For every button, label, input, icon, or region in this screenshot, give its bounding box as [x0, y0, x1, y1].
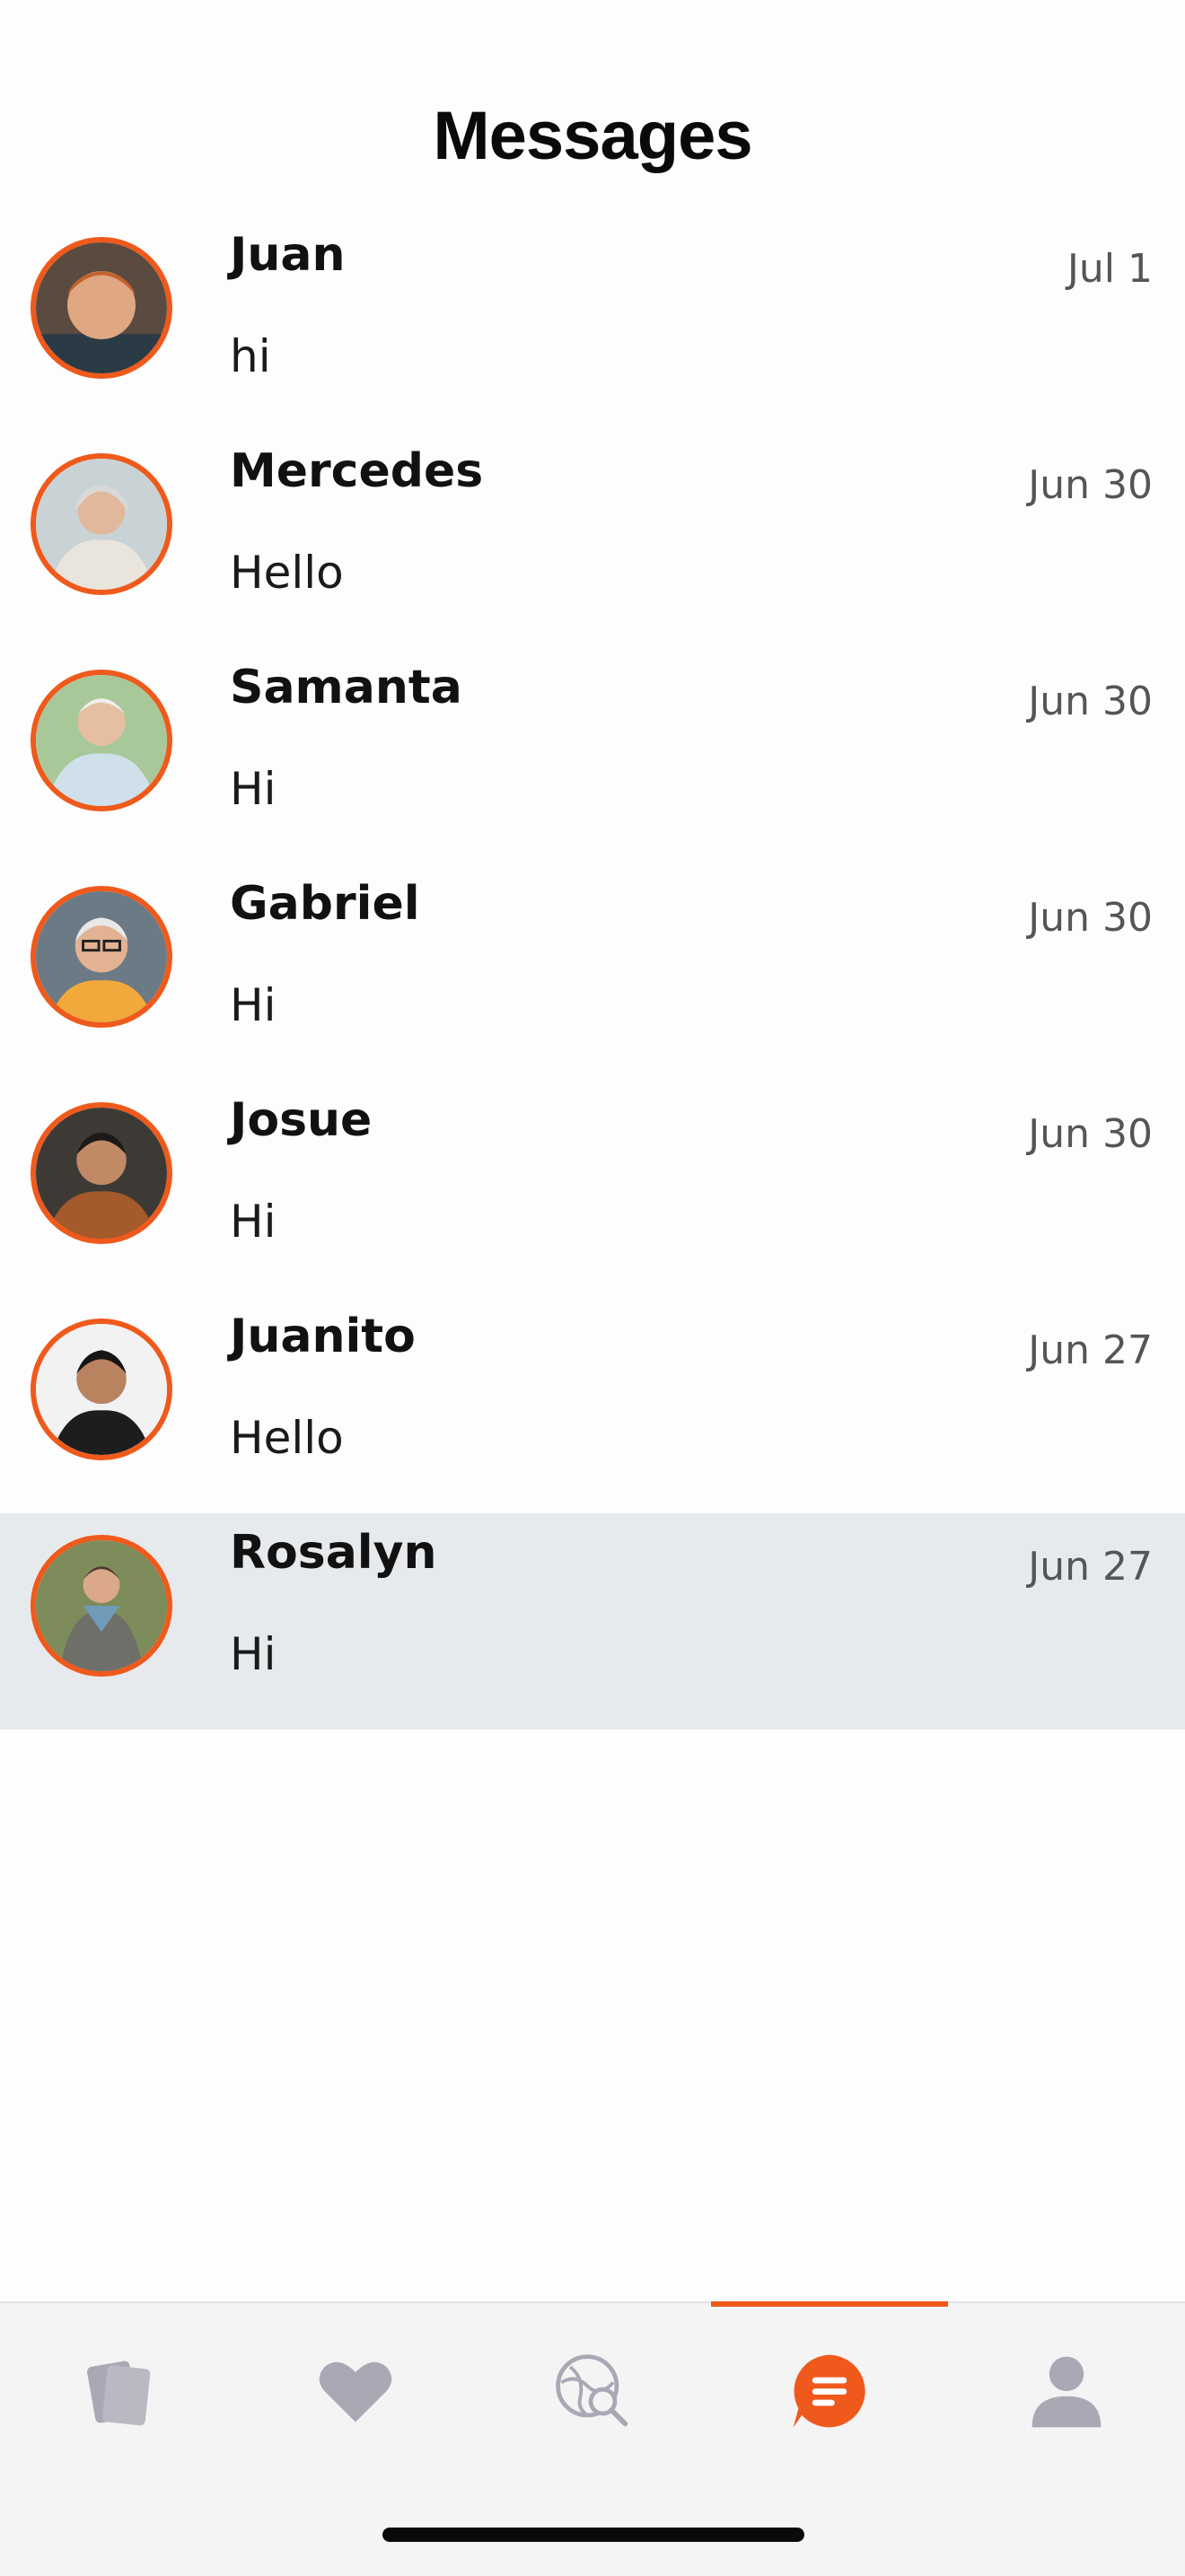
message-date: Jun 27 — [1028, 1327, 1153, 1373]
conversation-row-josue[interactable]: Josue Hi Jun 30 — [0, 1081, 1185, 1297]
message-date: Jun 30 — [1028, 895, 1153, 941]
avatar — [31, 670, 172, 811]
tab-messages[interactable] — [711, 2337, 948, 2445]
globe-search-icon — [556, 2354, 628, 2427]
contact-name: Rosalyn — [230, 1526, 437, 1580]
conversation-row-juan[interactable]: Juan hi Jul 1 — [0, 215, 1185, 432]
message-date: Jun 30 — [1028, 1111, 1153, 1157]
conversation-row-gabriel[interactable]: Gabriel Hi Jun 30 — [0, 864, 1185, 1081]
chat-icon — [793, 2354, 865, 2428]
tab-likes[interactable] — [237, 2337, 474, 2445]
conversation-row-rosalyn[interactable]: Rosalyn Hi Jun 27 — [0, 1513, 1185, 1730]
message-date: Jul 1 — [1066, 246, 1153, 292]
heart-icon — [319, 2361, 392, 2423]
page-title: Messages — [433, 98, 752, 174]
message-preview: Hi — [230, 1196, 276, 1248]
contact-name: Samanta — [230, 661, 462, 714]
avatar — [31, 453, 172, 595]
conversation-row-mercedes[interactable]: Mercedes Hello Jun 30 — [0, 432, 1185, 648]
avatar — [31, 1102, 172, 1244]
tab-explore[interactable] — [474, 2337, 711, 2445]
home-indicator[interactable] — [382, 2528, 804, 2542]
message-preview: Hi — [230, 1628, 276, 1680]
contact-name: Josue — [230, 1093, 373, 1147]
tab-cards[interactable] — [0, 2337, 237, 2445]
active-tab-indicator — [711, 2301, 948, 2307]
avatar — [31, 237, 172, 379]
message-preview: Hello — [230, 547, 344, 599]
contact-name: Mercedes — [230, 444, 484, 498]
conversation-row-samanta[interactable]: Samanta Hi Jun 30 — [0, 648, 1185, 864]
message-date: Jun 27 — [1028, 1544, 1153, 1590]
avatar — [31, 1535, 172, 1677]
conversation-list: Juan hi Jul 1 Mercedes Hello Jun 30 Sama… — [0, 215, 1185, 1730]
message-preview: Hi — [230, 763, 276, 815]
message-date: Jun 30 — [1028, 679, 1153, 724]
contact-name: Juan — [230, 228, 346, 282]
contact-name: Gabriel — [230, 877, 420, 931]
avatar — [31, 1319, 172, 1460]
message-preview: Hi — [230, 979, 276, 1031]
cards-icon — [87, 2361, 151, 2426]
message-date: Jun 30 — [1028, 462, 1153, 508]
avatar — [31, 886, 172, 1028]
conversation-row-juanito[interactable]: Juanito Hello Jun 27 — [0, 1297, 1185, 1513]
message-preview: hi — [230, 330, 271, 382]
message-preview: Hello — [230, 1412, 344, 1464]
profile-icon — [1031, 2356, 1102, 2428]
tab-profile[interactable] — [948, 2337, 1185, 2445]
contact-name: Juanito — [230, 1310, 416, 1363]
